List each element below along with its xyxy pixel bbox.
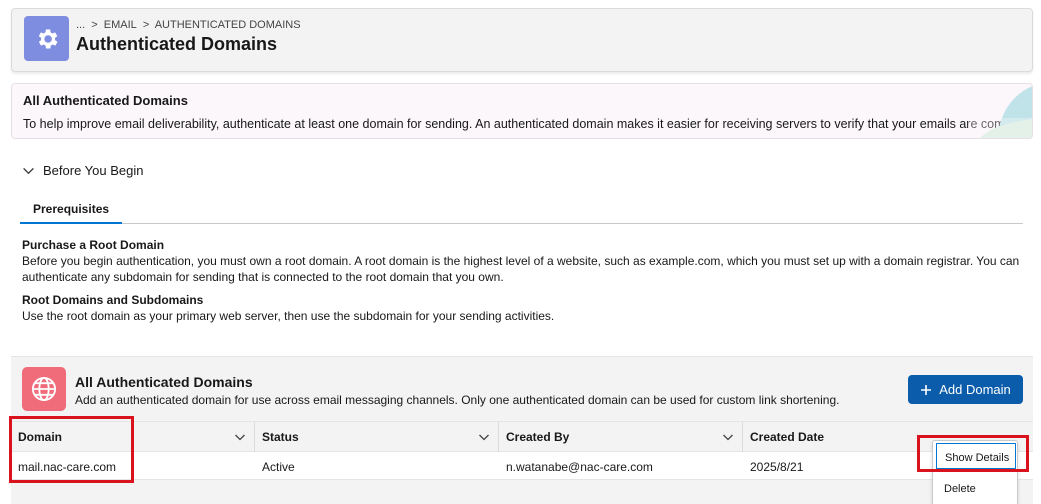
domains-table: Domain Status Created By Created Date ma… xyxy=(11,421,1033,480)
info-banner: All Authenticated Domains To help improv… xyxy=(11,83,1033,139)
chevron-down-icon xyxy=(23,167,34,175)
plus-icon xyxy=(921,384,932,395)
cell-created-by: n.watanabe@nac-care.com xyxy=(506,460,653,474)
column-header-created-by[interactable]: Created By xyxy=(499,422,743,452)
column-label: Status xyxy=(262,430,299,444)
chevron-down-icon[interactable] xyxy=(234,431,246,443)
highlight-domain-box xyxy=(9,416,134,483)
banner-title: All Authenticated Domains xyxy=(23,93,188,108)
page-header: ... > EMAIL > AUTHENTICATED DOMAINS Auth… xyxy=(11,8,1033,72)
column-label: Created By xyxy=(506,430,570,444)
section-title: Root Domains and Subdomains xyxy=(22,293,204,307)
breadcrumb-email[interactable]: EMAIL xyxy=(104,19,137,31)
column-header-status[interactable]: Status xyxy=(255,422,499,452)
page-title: Authenticated Domains xyxy=(76,34,278,54)
banner-text: To help improve email deliverability, au… xyxy=(23,117,1033,131)
table-header: Domain Status Created By Created Date xyxy=(11,421,1033,452)
before-you-begin-label: Before You Begin xyxy=(43,163,144,178)
banner-decoration xyxy=(968,86,1032,138)
menu-item-delete[interactable]: Delete xyxy=(936,475,1016,501)
breadcrumb-separator: > xyxy=(142,19,150,31)
breadcrumb-ellipsis[interactable]: ... xyxy=(76,19,85,31)
cell-created-date: 2025/8/21 xyxy=(750,460,804,474)
section-text: Use the root domain as your primary web … xyxy=(22,309,555,323)
column-label: Created Date xyxy=(750,430,825,444)
section-text: Before you begin authentication, you mus… xyxy=(22,254,1020,284)
prerequisites-tabbar: Prerequisites xyxy=(20,194,1023,224)
add-domain-label: Add Domain xyxy=(939,382,1011,397)
globe-icon xyxy=(22,367,66,411)
table-row[interactable]: mail.nac-care.com Active n.watanabe@nac-… xyxy=(11,452,1033,480)
highlight-show-details-box xyxy=(917,435,1029,472)
before-you-begin-toggle[interactable]: Before You Begin xyxy=(22,163,143,178)
card-subtitle: Add an authenticated domain for use acro… xyxy=(75,393,840,407)
chevron-down-icon[interactable] xyxy=(478,431,490,443)
breadcrumb-current: AUTHENTICATED DOMAINS xyxy=(154,19,301,31)
add-domain-button[interactable]: Add Domain xyxy=(908,375,1023,404)
gear-icon xyxy=(24,16,69,61)
breadcrumb-separator: > xyxy=(91,19,98,31)
chevron-down-icon[interactable] xyxy=(722,431,734,443)
tab-prerequisites[interactable]: Prerequisites xyxy=(20,194,123,224)
breadcrumb: ... > EMAIL > AUTHENTICATED DOMAINS xyxy=(76,19,304,31)
card-title: All Authenticated Domains xyxy=(75,374,253,390)
section-title: Purchase a Root Domain xyxy=(22,238,165,252)
cell-status: Active xyxy=(262,460,295,474)
